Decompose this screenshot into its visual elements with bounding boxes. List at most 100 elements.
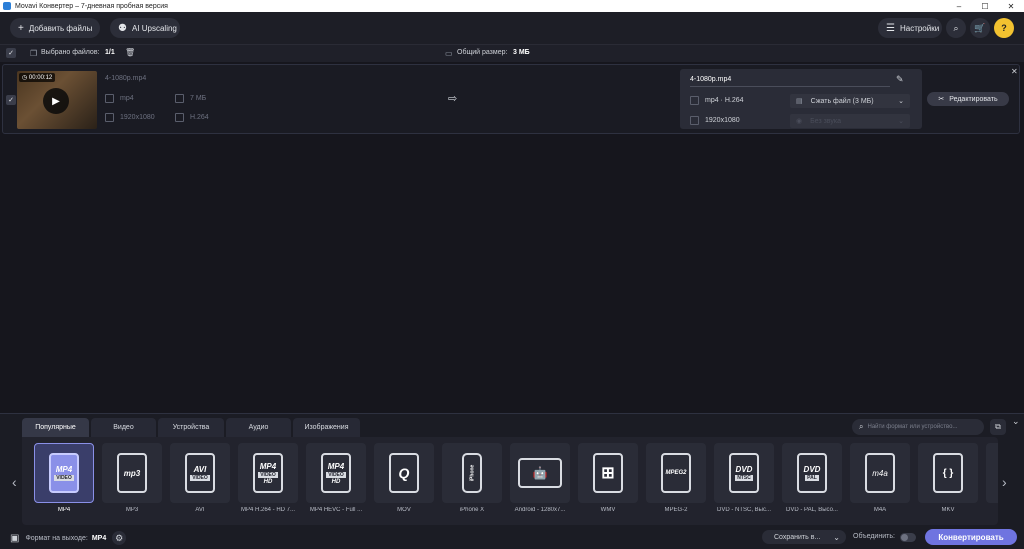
avi-icon: AVI VIDEO <box>185 453 215 493</box>
format-search-input[interactable]: ⌕ Найти формат или устройство... <box>852 419 984 435</box>
close-window-icon[interactable]: ✕ <box>998 0 1024 12</box>
selected-count-label: Выбрано файлов: <box>41 49 100 56</box>
select-all-checkbox[interactable]: ✓ <box>6 48 16 58</box>
cart-icon[interactable]: 🛒 <box>970 18 990 38</box>
windows-icon: ⊞ <box>593 453 623 493</box>
mp3-icon: mp3 <box>117 453 147 493</box>
format-partial-card <box>986 443 998 503</box>
m4a-icon: m4a <box>865 453 895 493</box>
tab-images[interactable]: Изображения <box>293 418 360 437</box>
video-thumbnail[interactable]: ◷ 00:00:12 ▶ <box>17 71 97 129</box>
dvd-ntsc-icon: DVD NTSC <box>729 453 759 493</box>
audio-dropdown[interactable]: ◉ Без звука ⌄ <box>790 114 910 128</box>
mp4-hevc-icon: MP4 VIDEO HD <box>321 453 351 493</box>
sliders-icon: ☰ <box>886 22 895 34</box>
tab-audio[interactable]: Аудио <box>226 418 291 437</box>
name-underline <box>690 86 890 87</box>
mp4-icon: MP4 VIDEO <box>49 453 79 493</box>
tab-video[interactable]: Видео <box>91 418 156 437</box>
settings-button[interactable]: ☰ Настройки <box>878 18 942 38</box>
format-mkv[interactable]: { } MKV <box>918 443 978 521</box>
format-mov[interactable]: Q MOV <box>374 443 434 521</box>
output-file-name[interactable]: 4-1080p.mp4 <box>690 76 731 83</box>
mp4-hd-icon: MP4 VIDEO HD <box>253 453 283 493</box>
ai-upscaling-button[interactable]: ⚉ AI Upscaling <box>110 18 180 38</box>
output-format-info: mp4 · H.264 <box>690 96 744 105</box>
format-avi[interactable]: AVI VIDEO AVI <box>170 443 230 521</box>
save-to-dropdown[interactable]: Сохранить в... ⌄ <box>762 530 846 544</box>
output-resolution-icon <box>690 116 699 125</box>
file-checkbox[interactable]: ✓ <box>6 95 16 105</box>
output-format-value: MP4 <box>91 534 107 542</box>
file-size-icon: ▭ <box>445 49 453 58</box>
container-icon <box>105 94 114 103</box>
add-format-icon[interactable]: ⧉ <box>990 419 1006 435</box>
output-panel: 4-1080p.mp4 ✎ mp4 · H.264 ▤ Сжать файл (… <box>680 69 922 129</box>
format-mp3[interactable]: mp3 MP3 <box>102 443 162 521</box>
codec-icon <box>175 113 184 122</box>
format-mpeg2[interactable]: MPEG2 MPEG-2 <box>646 443 706 521</box>
format-m4a[interactable]: m4a M4A <box>850 443 910 521</box>
output-format-icon: ▣ <box>10 532 20 544</box>
convert-button[interactable]: Конвертировать <box>925 529 1017 545</box>
format-iphone-x[interactable]: iPhone iPhone X <box>442 443 502 521</box>
play-icon[interactable]: ▶ <box>43 88 69 114</box>
format-list: MP4 VIDEO MP4 mp3 MP3 AVI VIDEO AVI MP4 VID… <box>22 437 998 525</box>
file-row[interactable]: ✓ ◷ 00:00:12 ▶ 4-1080p.mp4 mp4 7 МБ 1920… <box>2 64 1020 134</box>
scroll-left-icon[interactable]: ‹ <box>12 474 17 490</box>
minimize-icon[interactable]: – <box>946 0 972 12</box>
search-icon[interactable]: ⌕ <box>946 18 966 38</box>
scroll-right-icon[interactable]: › <box>1002 474 1007 490</box>
app-logo-icon <box>3 2 11 10</box>
delete-icon[interactable]: 🗑 <box>125 48 135 57</box>
size-info: 7 МБ <box>175 94 206 103</box>
size-icon <box>175 94 184 103</box>
tab-devices[interactable]: Устройства <box>158 418 224 437</box>
format-mp4-h264-hd[interactable]: MP4 VIDEO HD MP4 H.264 - HD 7... <box>238 443 298 521</box>
compress-icon: ▤ <box>796 98 803 105</box>
chevron-down-icon: ⌄ <box>898 118 904 125</box>
format-wmv[interactable]: ⊞ WMV <box>578 443 638 521</box>
dvd-pal-icon: DVD PAL <box>797 453 827 493</box>
toolbar: + Добавить файлы ⚉ AI Upscaling ☰ Настро… <box>0 12 1024 44</box>
format-mp4[interactable]: MP4 VIDEO MP4 <box>34 443 94 521</box>
plus-icon: + <box>18 22 24 34</box>
resolution-info: 1920x1080 <box>105 113 155 122</box>
android-icon: 🤖 <box>518 458 562 488</box>
maximize-icon[interactable]: ☐ <box>972 0 998 12</box>
search-icon: ⌕ <box>859 422 864 431</box>
selected-count-value: 1/1 <box>105 49 115 56</box>
title-bar: Movavi Конвертер – 7-дневная пробная вер… <box>0 0 1024 12</box>
convert-arrow-icon: ⇨ <box>448 93 458 105</box>
format-settings-gear-icon[interactable]: ⚙ <box>112 531 127 545</box>
chevron-down-icon: ⌄ <box>833 532 840 542</box>
resolution-icon <box>105 113 114 122</box>
collapse-panel-icon[interactable]: ⌄ <box>1012 416 1020 427</box>
audio-icon: ◉ <box>796 118 803 125</box>
chevron-down-icon: ⌄ <box>898 98 904 105</box>
rename-pencil-icon[interactable]: ✎ <box>896 74 904 85</box>
total-size-value: 3 МБ <box>513 49 530 56</box>
mkv-icon: { } <box>933 453 963 493</box>
file-name: 4-1080p.mp4 <box>105 75 147 82</box>
remove-file-icon[interactable]: ✕ <box>1011 67 1018 76</box>
add-files-button[interactable]: + Добавить файлы <box>10 18 100 38</box>
total-size-label: Общий размер: <box>457 49 508 56</box>
help-icon[interactable]: ? <box>994 18 1014 38</box>
format-dvd-pal[interactable]: DVD PAL DVD - PAL, Высо... <box>782 443 842 521</box>
format-dvd-ntsc[interactable]: DVD NTSC DVD - NTSC, Выс... <box>714 443 774 521</box>
tab-popular[interactable]: Популярные <box>22 418 89 437</box>
merge-toggle[interactable] <box>900 533 916 542</box>
output-resolution-info: 1920x1080 <box>690 116 740 125</box>
files-icon: ❐ <box>30 49 38 58</box>
output-format-label: Формат на выходе: <box>25 534 88 542</box>
selection-bar: ✓ ❐ Выбрано файлов: 1/1 🗑 ▭ Общий размер… <box>0 44 1024 62</box>
window-title: Movavi Конвертер – 7-дневная пробная вер… <box>15 2 168 10</box>
scissors-icon: ✂ <box>938 96 945 103</box>
format-mp4-hevc[interactable]: MP4 VIDEO HD MP4 HEVC - Full ... <box>306 443 366 521</box>
edit-button[interactable]: ✂ Редактировать <box>927 92 1009 106</box>
merge-label: Объединить: <box>853 533 895 540</box>
format-icon <box>690 96 699 105</box>
compress-dropdown[interactable]: ▤ Сжать файл (3 МБ) ⌄ <box>790 94 910 108</box>
format-android[interactable]: 🤖 Android - 1280x7... <box>510 443 570 521</box>
